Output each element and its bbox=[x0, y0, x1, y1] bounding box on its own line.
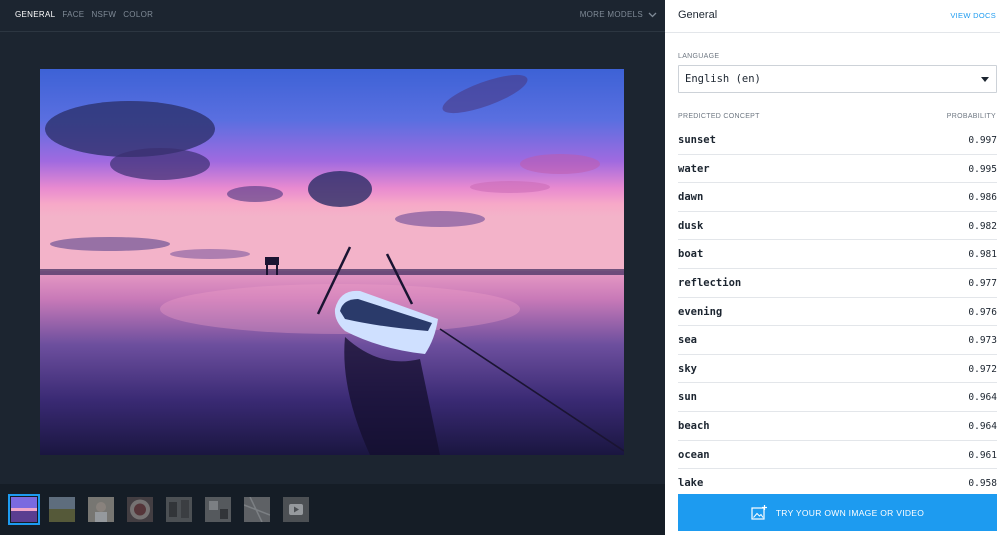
probability-column-header: PROBABILITY bbox=[946, 113, 996, 120]
concept-row: dawn 0.986 bbox=[678, 183, 997, 212]
concept-row: evening 0.976 bbox=[678, 298, 997, 327]
prediction-panel: General VIEW DOCS LANGUAGE English (en) … bbox=[665, 0, 1000, 535]
thumbnail-strip bbox=[0, 484, 665, 535]
concept-list: sunset 0.997 water 0.995 dawn 0.986 dusk 0.9… bbox=[678, 126, 997, 498]
model-title: General bbox=[678, 9, 718, 21]
concept-name: sky bbox=[678, 362, 697, 375]
concept-probability: 0.958 bbox=[968, 478, 997, 490]
thumbnail-portrait[interactable] bbox=[88, 497, 114, 522]
concept-column-header: PREDICTED CONCEPT bbox=[678, 113, 760, 120]
concept-row: boat 0.981 bbox=[678, 240, 997, 269]
concept-probability: 0.982 bbox=[968, 220, 997, 232]
language-value: English (en) bbox=[685, 73, 761, 85]
tab-color[interactable]: COLOR bbox=[123, 10, 153, 19]
concept-probability: 0.972 bbox=[968, 363, 997, 375]
thumbnail-field[interactable] bbox=[49, 497, 75, 522]
concept-row: ocean 0.961 bbox=[678, 441, 997, 470]
try-own-image-label: TRY YOUR OWN IMAGE OR VIDEO bbox=[775, 507, 925, 518]
concept-name: sunset bbox=[678, 134, 716, 146]
concept-probability: 0.977 bbox=[968, 277, 997, 289]
concept-name: lake bbox=[678, 477, 704, 490]
view-docs-link[interactable]: VIEW DOCS bbox=[950, 11, 996, 20]
tab-face[interactable]: FACE bbox=[62, 10, 84, 19]
model-tabs: GENERAL FACE NSFW COLOR bbox=[15, 10, 153, 19]
concept-name: sun bbox=[678, 391, 697, 404]
panel-header: General VIEW DOCS bbox=[665, 0, 1000, 33]
concept-probability: 0.961 bbox=[968, 449, 997, 461]
model-tabs-bar: GENERAL FACE NSFW COLOR MORE MODELS bbox=[0, 0, 665, 32]
try-own-image-button[interactable]: TRY YOUR OWN IMAGE OR VIDEO bbox=[678, 494, 997, 531]
concept-row: sun 0.964 bbox=[678, 383, 997, 412]
concept-row: sunset 0.997 bbox=[678, 126, 997, 155]
concept-name: sea bbox=[678, 334, 697, 347]
concept-probability: 0.973 bbox=[968, 335, 997, 347]
chevron-down-icon bbox=[648, 12, 657, 17]
thumbnail-video[interactable] bbox=[283, 497, 309, 522]
thumbnail-map[interactable] bbox=[244, 497, 270, 522]
concept-probability: 0.976 bbox=[968, 306, 997, 318]
concept-row: reflection 0.977 bbox=[678, 269, 997, 298]
concept-name: dawn bbox=[678, 191, 704, 204]
concept-row: beach 0.964 bbox=[678, 412, 997, 441]
add-image-icon bbox=[751, 505, 767, 520]
concept-probability: 0.997 bbox=[968, 135, 997, 146]
thumbnail-street[interactable] bbox=[166, 497, 192, 522]
concept-probability: 0.964 bbox=[968, 420, 997, 432]
concept-name: dusk bbox=[678, 219, 704, 232]
caret-down-icon bbox=[981, 77, 989, 82]
more-models-dropdown[interactable]: MORE MODELS bbox=[580, 10, 657, 19]
concept-probability: 0.986 bbox=[968, 192, 997, 204]
more-models-label: MORE MODELS bbox=[579, 10, 643, 19]
concept-name: boat bbox=[678, 248, 704, 261]
thumbnail-room[interactable] bbox=[205, 497, 231, 522]
concept-name: beach bbox=[678, 419, 710, 432]
concept-probability: 0.981 bbox=[968, 249, 997, 261]
concept-row: dusk 0.982 bbox=[678, 212, 997, 241]
thumbnail-plate[interactable] bbox=[127, 497, 153, 522]
concept-row: sky 0.972 bbox=[678, 355, 997, 384]
concept-name: reflection bbox=[678, 276, 742, 289]
thumbnail-sunset[interactable] bbox=[8, 494, 40, 525]
language-select[interactable]: English (en) bbox=[678, 65, 997, 93]
concept-probability: 0.964 bbox=[968, 392, 997, 404]
image-viewer-panel: GENERAL FACE NSFW COLOR MORE MODELS bbox=[0, 0, 665, 535]
tab-general[interactable]: GENERAL bbox=[15, 10, 55, 19]
concept-name: ocean bbox=[678, 448, 710, 461]
concept-name: water bbox=[678, 162, 710, 175]
concept-probability: 0.995 bbox=[968, 163, 997, 175]
language-label: LANGUAGE bbox=[678, 53, 720, 60]
tab-nsfw[interactable]: NSFW bbox=[91, 10, 116, 19]
concept-row: water 0.995 bbox=[678, 155, 997, 184]
concept-row: sea 0.973 bbox=[678, 326, 997, 355]
main-image bbox=[40, 69, 624, 455]
concept-name: evening bbox=[678, 305, 723, 318]
